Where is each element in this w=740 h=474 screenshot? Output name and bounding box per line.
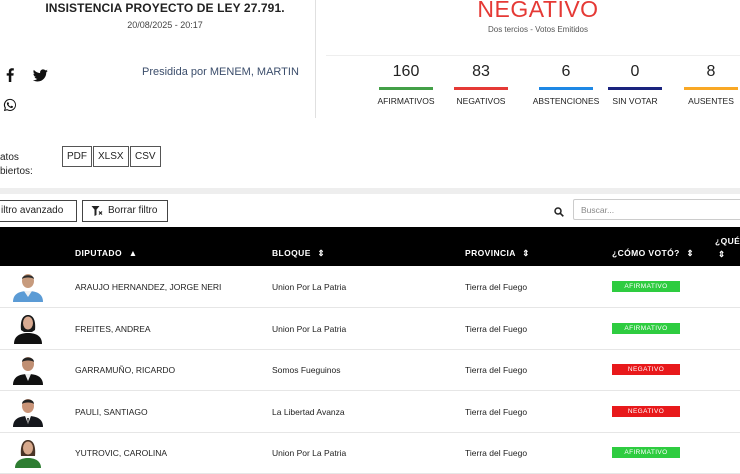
- diputado-name: PAULI, SANTIAGO: [75, 407, 148, 417]
- whatsapp-icon[interactable]: [1, 96, 19, 114]
- diputado-name: GARRAMUÑO, RICARDO: [75, 365, 176, 375]
- open-data-label-line2: biertos:: [0, 166, 33, 177]
- vote-title: INSISTENCIA PROYECTO DE LEY 27.791.: [45, 1, 285, 15]
- column-provincia-label: PROVINCIA: [465, 248, 516, 258]
- stat-value: 6: [561, 63, 571, 80]
- facebook-icon[interactable]: [1, 66, 19, 84]
- section-separator: [0, 188, 740, 194]
- open-data-label-line1: atos: [0, 152, 19, 163]
- table-row[interactable]: FREITES, ANDREA Union Por La Patria Tier…: [0, 308, 740, 350]
- csv-button[interactable]: CSV: [130, 146, 161, 167]
- stat-bar: [379, 87, 433, 90]
- provincia-name: Tierra del Fuego: [465, 282, 528, 292]
- stat-label: ABSTENCIONES: [532, 96, 600, 106]
- stat-label: SIN VOTAR: [612, 96, 658, 106]
- table-row[interactable]: PAULI, SANTIAGO La Libertad Avanza Tierr…: [0, 391, 740, 433]
- presided-by: Presidida por MENEM, MARTIN: [142, 66, 299, 78]
- vote-badge: NEGATIVO: [612, 406, 680, 417]
- stat-value: 160: [392, 63, 420, 80]
- avatar: [11, 270, 45, 302]
- bloque-name: Somos Fueguinos: [272, 365, 341, 375]
- sort-icon: ⇕: [522, 248, 530, 258]
- stat-bar: [684, 87, 738, 90]
- stat-afirmativos: 160 AFIRMATIVOS: [366, 62, 446, 106]
- column-bloque-label: BLOQUE: [272, 248, 311, 258]
- avatar: [11, 353, 45, 385]
- provincia-name: Tierra del Fuego: [465, 324, 528, 334]
- column-que-label: ¿QUÉ: [715, 236, 740, 246]
- column-diputado[interactable]: DIPUTADO ▲: [75, 248, 138, 258]
- column-bloque[interactable]: BLOQUE ⇕: [272, 248, 325, 259]
- stat-sin-votar: 0 SIN VOTAR: [595, 62, 675, 106]
- vote-badge: AFIRMATIVO: [612, 447, 680, 458]
- stat-negativos: 83 NEGATIVOS: [441, 62, 521, 106]
- avatar: [11, 436, 45, 468]
- table-row[interactable]: YUTROVIC, CAROLINA Union Por La Patria T…: [0, 432, 740, 474]
- stat-ausentes: 8 AUSENTES: [671, 62, 740, 106]
- table-header: [0, 227, 740, 266]
- diputado-name: ARAUJO HERNANDEZ, JORGE NERI: [75, 282, 222, 292]
- clear-filter-icon: [91, 205, 103, 217]
- stat-bar: [454, 87, 508, 90]
- stat-label: NEGATIVOS: [456, 96, 506, 106]
- diputado-name: YUTROVIC, CAROLINA: [75, 448, 168, 458]
- pdf-button[interactable]: PDF: [62, 146, 92, 167]
- stat-bar: [608, 87, 662, 90]
- search-input[interactable]: Buscar...: [573, 199, 740, 220]
- advanced-filter-button[interactable]: iltro avanzado: [0, 200, 77, 222]
- column-como-voto-label: ¿CÓMO VOTÓ?: [612, 248, 680, 258]
- column-como-voto[interactable]: ¿CÓMO VOTÓ? ⇕: [612, 248, 694, 259]
- stat-abstenciones: 6 ABSTENCIONES: [526, 62, 606, 106]
- sort-asc-icon: ▲: [128, 248, 138, 258]
- twitter-icon[interactable]: [31, 66, 49, 84]
- avatar: [11, 395, 45, 427]
- column-diputado-label: DIPUTADO: [75, 248, 122, 258]
- xlsx-button[interactable]: XLSX: [93, 146, 129, 167]
- clear-filter-button[interactable]: Borrar filtro: [82, 200, 168, 222]
- bloque-name: La Libertad Avanza: [272, 407, 345, 417]
- stat-label: AUSENTES: [688, 96, 734, 106]
- open-data-label: atos biertos:: [0, 151, 33, 179]
- search-icon: [554, 204, 565, 217]
- header-separator: [326, 55, 740, 56]
- table-row[interactable]: GARRAMUÑO, RICARDO Somos Fueguinos Tierr…: [0, 349, 740, 391]
- vote-datetime: 20/08/2025 - 20:17: [127, 20, 203, 30]
- stat-bar: [539, 87, 593, 90]
- provincia-name: Tierra del Fuego: [465, 448, 528, 458]
- stat-value: 83: [472, 63, 490, 80]
- sort-icon: ⇕: [686, 248, 694, 258]
- table-row[interactable]: ARAUJO HERNANDEZ, JORGE NERI Union Por L…: [0, 266, 740, 308]
- header-divider: [315, 0, 316, 118]
- stat-label: AFIRMATIVOS: [377, 96, 435, 106]
- bloque-name: Union Por La Patria: [272, 324, 347, 334]
- sort-icon: ⇕: [317, 248, 326, 258]
- vote-result-subtitle: Dos tercios - Votos Emitidos: [487, 25, 589, 34]
- avatar: [11, 312, 45, 344]
- bloque-name: Union Por La Patria: [272, 448, 347, 458]
- diputado-name: FREITES, ANDREA: [75, 324, 151, 334]
- column-provincia[interactable]: PROVINCIA ⇕: [465, 248, 530, 259]
- vote-badge: NEGATIVO: [612, 364, 680, 375]
- column-que[interactable]: ¿QUÉ ⇕: [715, 235, 740, 261]
- clear-filter-label: Borrar filtro: [108, 205, 158, 216]
- stat-value: 0: [630, 63, 640, 80]
- provincia-name: Tierra del Fuego: [465, 407, 528, 417]
- bloque-name: Union Por La Patria: [272, 282, 347, 292]
- stat-value: 8: [706, 63, 716, 80]
- vote-badge: AFIRMATIVO: [612, 281, 680, 292]
- vote-result: NEGATIVO: [477, 0, 599, 22]
- sort-icon: ⇕: [718, 249, 726, 259]
- provincia-name: Tierra del Fuego: [465, 365, 528, 375]
- vote-badge: AFIRMATIVO: [612, 323, 680, 334]
